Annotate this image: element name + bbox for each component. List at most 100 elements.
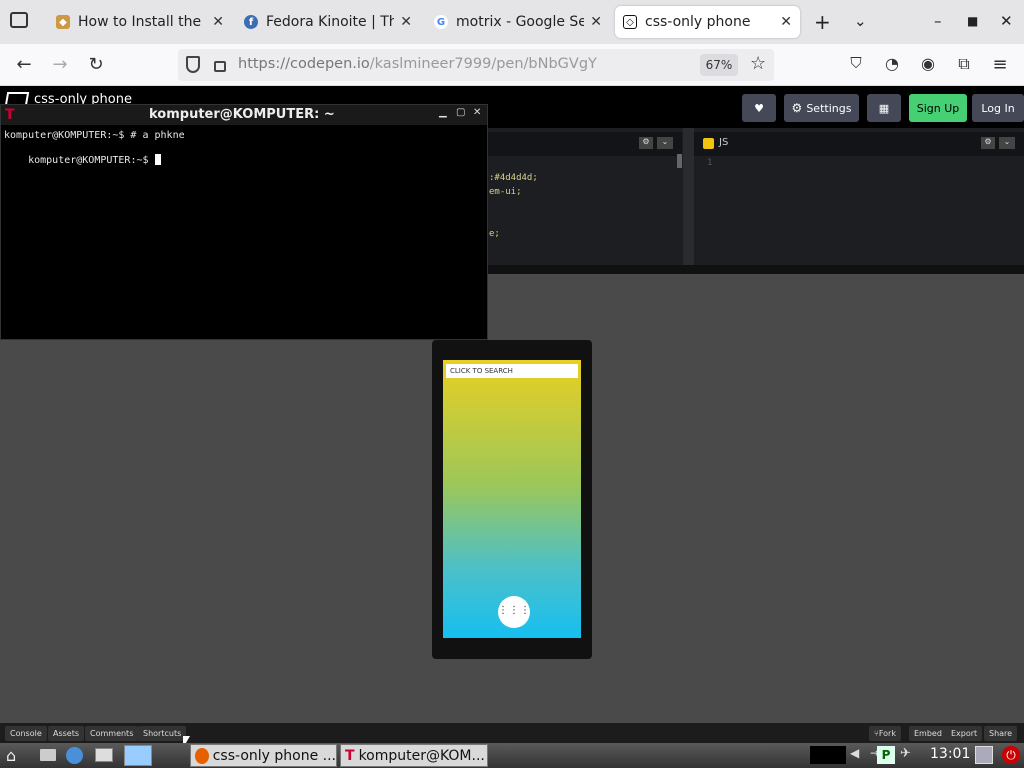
- close-icon[interactable]: ✕: [590, 14, 602, 30]
- css-editor-header: ⚙ ⌄: [487, 132, 682, 156]
- unity-icon: ◆: [56, 15, 70, 29]
- grid-icon: ▦: [878, 101, 890, 115]
- back-icon[interactable]: ←: [12, 54, 36, 75]
- pocket-icon[interactable]: ⛉: [844, 54, 868, 72]
- export-button[interactable]: Export: [946, 726, 983, 741]
- google-icon: G: [434, 15, 448, 29]
- js-label: JS: [719, 137, 729, 148]
- fedora-icon: f: [244, 15, 258, 29]
- js-icon: [703, 138, 714, 149]
- taskbar-item-terminal[interactable]: T komputer@KOM...: [340, 744, 488, 767]
- share-button[interactable]: Share: [984, 726, 1018, 741]
- editor-settings-icon[interactable]: ⚙: [639, 137, 653, 149]
- editor-resize-handle[interactable]: [487, 265, 1024, 274]
- close-icon[interactable]: ✕: [212, 14, 224, 30]
- tab-1[interactable]: ◆ How to Install the L ✕: [48, 6, 232, 38]
- editor-divider[interactable]: [683, 128, 694, 265]
- codepen-footer: Console Assets Comments Shortcuts ⑂Fork …: [0, 723, 1024, 743]
- js-editor-header: JS ⚙ ⌄: [694, 132, 1024, 156]
- task-label: komputer@KOM...: [358, 747, 485, 764]
- tab-2[interactable]: f Fedora Kinoite | The ✕: [236, 6, 420, 38]
- close-window-icon[interactable]: ✕: [1000, 12, 1013, 30]
- tab-title: Fedora Kinoite | The: [266, 14, 395, 30]
- editor-settings-icon[interactable]: ⚙: [981, 137, 995, 149]
- layout-button[interactable]: ▦: [867, 94, 901, 122]
- minimize-icon[interactable]: ▁: [439, 107, 447, 118]
- code-editors: ⚙ ⌄ :#4d4d4d; em-ui; e; JS ⚙ ⌄ 1: [487, 128, 1024, 265]
- system-monitor-icon[interactable]: [810, 746, 846, 764]
- embed-button[interactable]: Embed: [909, 726, 947, 741]
- minimize-icon[interactable]: –: [934, 12, 942, 30]
- code-line[interactable]: e;: [489, 229, 500, 239]
- app-drawer-button[interactable]: ⋮⋮⋮: [498, 596, 530, 628]
- display-icon[interactable]: [975, 746, 993, 764]
- maximize-icon[interactable]: ▢: [456, 107, 465, 118]
- reload-icon[interactable]: ↻: [84, 54, 108, 75]
- clock[interactable]: 13:01: [930, 746, 970, 762]
- firefox-launcher-icon[interactable]: [124, 745, 152, 766]
- code-line[interactable]: em-ui;: [489, 187, 522, 197]
- comments-button[interactable]: Comments: [85, 726, 139, 741]
- console-button[interactable]: Console: [5, 726, 47, 741]
- network-icon[interactable]: ✈: [900, 746, 918, 764]
- extensions-icon[interactable]: ⧉: [952, 54, 976, 74]
- close-icon[interactable]: ✕: [400, 14, 412, 30]
- taskbar-item-browser[interactable]: css-only phone ...: [190, 744, 337, 767]
- url-text[interactable]: https://codepen.io/kaslmineer7999/pen/bN…: [238, 56, 597, 72]
- list-all-tabs-icon[interactable]: [10, 12, 28, 28]
- phone-screen: CLICK TO SEARCH ⋮⋮⋮: [443, 360, 581, 638]
- url-bar[interactable]: https://codepen.io/kaslmineer7999/pen/bN…: [178, 49, 774, 81]
- window-switcher-icon[interactable]: [95, 748, 113, 762]
- forward-icon[interactable]: →: [48, 54, 72, 75]
- maximize-icon[interactable]: ■: [967, 14, 978, 28]
- parking-icon[interactable]: P: [877, 746, 895, 764]
- url-host: https://codepen.io: [238, 56, 370, 72]
- login-button[interactable]: Log In: [972, 94, 1024, 122]
- start-menu-icon[interactable]: ⌂: [6, 746, 16, 765]
- terminal-title: komputer@KOMPUTER: ~: [149, 107, 335, 122]
- terminal-line: komputer@KOMPUTER:~$: [4, 143, 161, 177]
- chevron-down-icon[interactable]: ⌄: [854, 12, 867, 30]
- bookmark-star-icon[interactable]: ☆: [750, 53, 766, 74]
- file-manager-icon[interactable]: [40, 749, 56, 761]
- search-input[interactable]: CLICK TO SEARCH: [446, 364, 578, 378]
- lock-icon[interactable]: [214, 61, 226, 72]
- task-label: css-only phone ...: [212, 747, 336, 764]
- fork-label: Fork: [878, 729, 896, 738]
- fork-button[interactable]: ⑂Fork: [869, 726, 901, 741]
- tab-3[interactable]: G motrix - Google Sea ✕: [426, 6, 610, 38]
- power-icon[interactable]: ⏻: [1002, 746, 1020, 764]
- terminal-app-icon: T: [345, 747, 355, 764]
- scrollbar[interactable]: [677, 154, 682, 168]
- tab-title: css-only phone: [645, 14, 751, 30]
- tab-4-active[interactable]: ◇ css-only phone ✕: [615, 6, 800, 38]
- shortcuts-button[interactable]: Shortcuts: [138, 726, 187, 741]
- chevron-down-icon[interactable]: ⌄: [657, 137, 673, 149]
- close-icon[interactable]: ✕: [473, 107, 481, 118]
- new-tab-button[interactable]: +: [814, 10, 831, 34]
- assets-button[interactable]: Assets: [48, 726, 85, 741]
- terminal-app-icon: T: [5, 107, 15, 123]
- browser-launcher-icon[interactable]: [66, 747, 83, 764]
- close-icon[interactable]: ✕: [780, 14, 792, 30]
- zoom-level[interactable]: 67%: [700, 54, 738, 76]
- chevron-down-icon[interactable]: ⌄: [999, 137, 1015, 149]
- line-number: 1: [707, 158, 713, 168]
- heart-button[interactable]: ♥: [742, 94, 776, 122]
- phone-frame: CLICK TO SEARCH ⋮⋮⋮: [432, 340, 592, 659]
- account-icon[interactable]: ◉: [916, 54, 940, 73]
- gear-icon: ⚙: [791, 101, 803, 115]
- volume-icon[interactable]: ◀: [850, 746, 868, 764]
- signup-button[interactable]: Sign Up: [909, 94, 967, 122]
- terminal-titlebar[interactable]: T komputer@KOMPUTER: ~ ▁ ▢ ✕: [1, 105, 487, 125]
- settings-label: Settings: [806, 101, 852, 115]
- firefox-icon: [195, 747, 209, 764]
- shield-icon[interactable]: [186, 56, 200, 73]
- terminal-line: komputer@KOMPUTER:~$ # a phkne: [4, 130, 185, 141]
- terminal-window[interactable]: T komputer@KOMPUTER: ~ ▁ ▢ ✕ komputer@KO…: [0, 104, 488, 340]
- menu-icon[interactable]: ≡: [988, 54, 1012, 75]
- code-line[interactable]: :#4d4d4d;: [489, 173, 538, 183]
- sync-icon[interactable]: ◔: [880, 54, 904, 73]
- settings-button[interactable]: ⚙ Settings: [784, 94, 859, 122]
- navigation-toolbar: ← → ↻ https://codepen.io/kaslmineer7999/…: [0, 44, 1024, 86]
